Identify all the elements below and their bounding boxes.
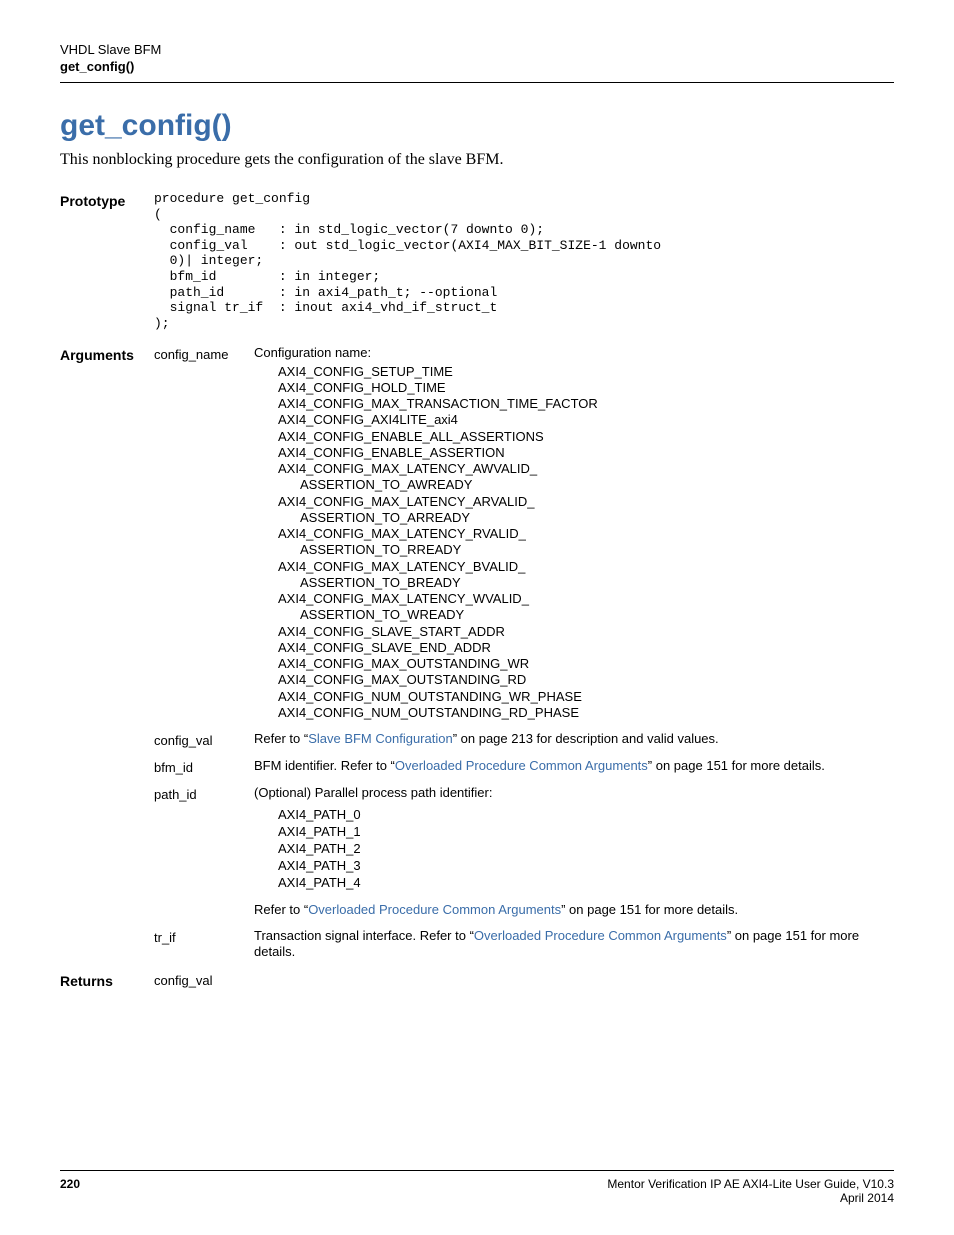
- header-rule: [60, 82, 894, 83]
- argument-row-tr-if: tr_if Transaction signal interface. Refe…: [60, 928, 894, 961]
- text: ” on page 151 for more details.: [648, 758, 825, 773]
- config-name-item: AXI4_CONFIG_SLAVE_END_ADDR: [278, 640, 894, 656]
- argument-row-config-val: config_val Refer to “Slave BFM Configura…: [60, 731, 894, 748]
- config-name-item: AXI4_CONFIG_MAX_LATENCY_WVALID_: [278, 591, 894, 607]
- config-name-item: AXI4_CONFIG_ENABLE_ASSERTION: [278, 445, 894, 461]
- argument-desc: Transaction signal interface. Refer to “…: [254, 928, 894, 961]
- running-header-section: get_config(): [60, 59, 894, 74]
- footer-guide: Mentor Verification IP AE AXI4-Lite User…: [607, 1177, 894, 1191]
- returns-value: config_val: [154, 971, 254, 988]
- config-name-item: AXI4_CONFIG_SLAVE_START_ADDR: [278, 624, 894, 640]
- text: Transaction signal interface. Refer to “: [254, 928, 474, 943]
- path-id-item: AXI4_PATH_2: [278, 841, 894, 858]
- argument-name: config_val: [154, 731, 254, 748]
- path-id-item: AXI4_PATH_4: [278, 875, 894, 892]
- config-name-item: AXI4_CONFIG_HOLD_TIME: [278, 380, 894, 396]
- path-id-item: AXI4_PATH_3: [278, 858, 894, 875]
- argument-name: tr_if: [154, 928, 254, 945]
- config-name-item: AXI4_CONFIG_ENABLE_ALL_ASSERTIONS: [278, 429, 894, 445]
- page-footer: 220 Mentor Verification IP AE AXI4-Lite …: [60, 1162, 894, 1205]
- config-name-item: AXI4_CONFIG_MAX_LATENCY_AWVALID_: [278, 461, 894, 477]
- config-name-item: AXI4_CONFIG_MAX_OUTSTANDING_WR: [278, 656, 894, 672]
- path-id-item: AXI4_PATH_1: [278, 824, 894, 841]
- page: VHDL Slave BFM get_config() get_config()…: [0, 0, 954, 1235]
- intro-paragraph: This nonblocking procedure gets the conf…: [60, 151, 894, 169]
- config-name-item: AXI4_CONFIG_MAX_TRANSACTION_TIME_FACTOR: [278, 396, 894, 412]
- argument-desc: Configuration name: AXI4_CONFIG_SETUP_TI…: [254, 345, 894, 721]
- argument-desc: Refer to “Slave BFM Configuration” on pa…: [254, 731, 894, 747]
- text: Refer to “: [254, 902, 308, 917]
- config-name-item: ASSERTION_TO_AWREADY: [278, 477, 894, 493]
- config-name-item: AXI4_CONFIG_MAX_LATENCY_BVALID_: [278, 559, 894, 575]
- text: ” on page 213 for description and valid …: [453, 731, 719, 746]
- page-title: get_config(): [60, 109, 894, 143]
- config-name-item: AXI4_CONFIG_NUM_OUTSTANDING_WR_PHASE: [278, 689, 894, 705]
- cross-ref-link[interactable]: Overloaded Procedure Common Arguments: [474, 928, 727, 943]
- config-name-item: ASSERTION_TO_ARREADY: [278, 510, 894, 526]
- config-name-item: AXI4_CONFIG_SETUP_TIME: [278, 364, 894, 380]
- config-name-lead: Configuration name:: [254, 345, 894, 361]
- path-id-list: AXI4_PATH_0AXI4_PATH_1AXI4_PATH_2AXI4_PA…: [278, 807, 894, 891]
- config-name-list: AXI4_CONFIG_SETUP_TIMEAXI4_CONFIG_HOLD_T…: [278, 364, 894, 722]
- cross-ref-link[interactable]: Overloaded Procedure Common Arguments: [395, 758, 648, 773]
- returns-row: Returns config_val: [60, 971, 894, 989]
- cross-ref-link[interactable]: Overloaded Procedure Common Arguments: [308, 902, 561, 917]
- config-name-item: AXI4_CONFIG_MAX_LATENCY_ARVALID_: [278, 494, 894, 510]
- config-name-item: AXI4_CONFIG_MAX_LATENCY_RVALID_: [278, 526, 894, 542]
- text: ” on page 151 for more details.: [561, 902, 738, 917]
- footer-rule: [60, 1170, 894, 1171]
- argument-desc: BFM identifier. Refer to “Overloaded Pro…: [254, 758, 894, 774]
- argument-row-config-name: Arguments config_name Configuration name…: [60, 345, 894, 721]
- argument-name: config_name: [154, 345, 254, 362]
- argument-desc: (Optional) Parallel process path identif…: [254, 785, 894, 918]
- text: BFM identifier. Refer to “: [254, 758, 395, 773]
- prototype-code: procedure get_config ( config_name : in …: [154, 191, 661, 331]
- config-name-item: AXI4_CONFIG_NUM_OUTSTANDING_RD_PHASE: [278, 705, 894, 721]
- config-name-item: ASSERTION_TO_RREADY: [278, 542, 894, 558]
- page-number: 220: [60, 1177, 80, 1205]
- returns-label: Returns: [60, 971, 154, 989]
- arguments-label: Arguments: [60, 345, 154, 363]
- argument-row-path-id: path_id (Optional) Parallel process path…: [60, 785, 894, 918]
- argument-name: path_id: [154, 785, 254, 802]
- argument-row-bfm-id: bfm_id BFM identifier. Refer to “Overloa…: [60, 758, 894, 775]
- path-id-lead: (Optional) Parallel process path identif…: [254, 785, 894, 801]
- argument-name: bfm_id: [154, 758, 254, 775]
- prototype-row: Prototype procedure get_config ( config_…: [60, 191, 894, 331]
- footer-date: April 2014: [607, 1191, 894, 1205]
- text: Refer to “: [254, 731, 308, 746]
- config-name-item: ASSERTION_TO_WREADY: [278, 607, 894, 623]
- cross-ref-link[interactable]: Slave BFM Configuration: [308, 731, 453, 746]
- config-name-item: AXI4_CONFIG_MAX_OUTSTANDING_RD: [278, 672, 894, 688]
- path-id-item: AXI4_PATH_0: [278, 807, 894, 824]
- path-id-tail: Refer to “Overloaded Procedure Common Ar…: [254, 902, 894, 918]
- config-name-item: ASSERTION_TO_BREADY: [278, 575, 894, 591]
- prototype-label: Prototype: [60, 191, 154, 209]
- arguments-block: Arguments config_name Configuration name…: [60, 345, 894, 960]
- running-header-chapter: VHDL Slave BFM: [60, 42, 894, 57]
- config-name-item: AXI4_CONFIG_AXI4LITE_axi4: [278, 412, 894, 428]
